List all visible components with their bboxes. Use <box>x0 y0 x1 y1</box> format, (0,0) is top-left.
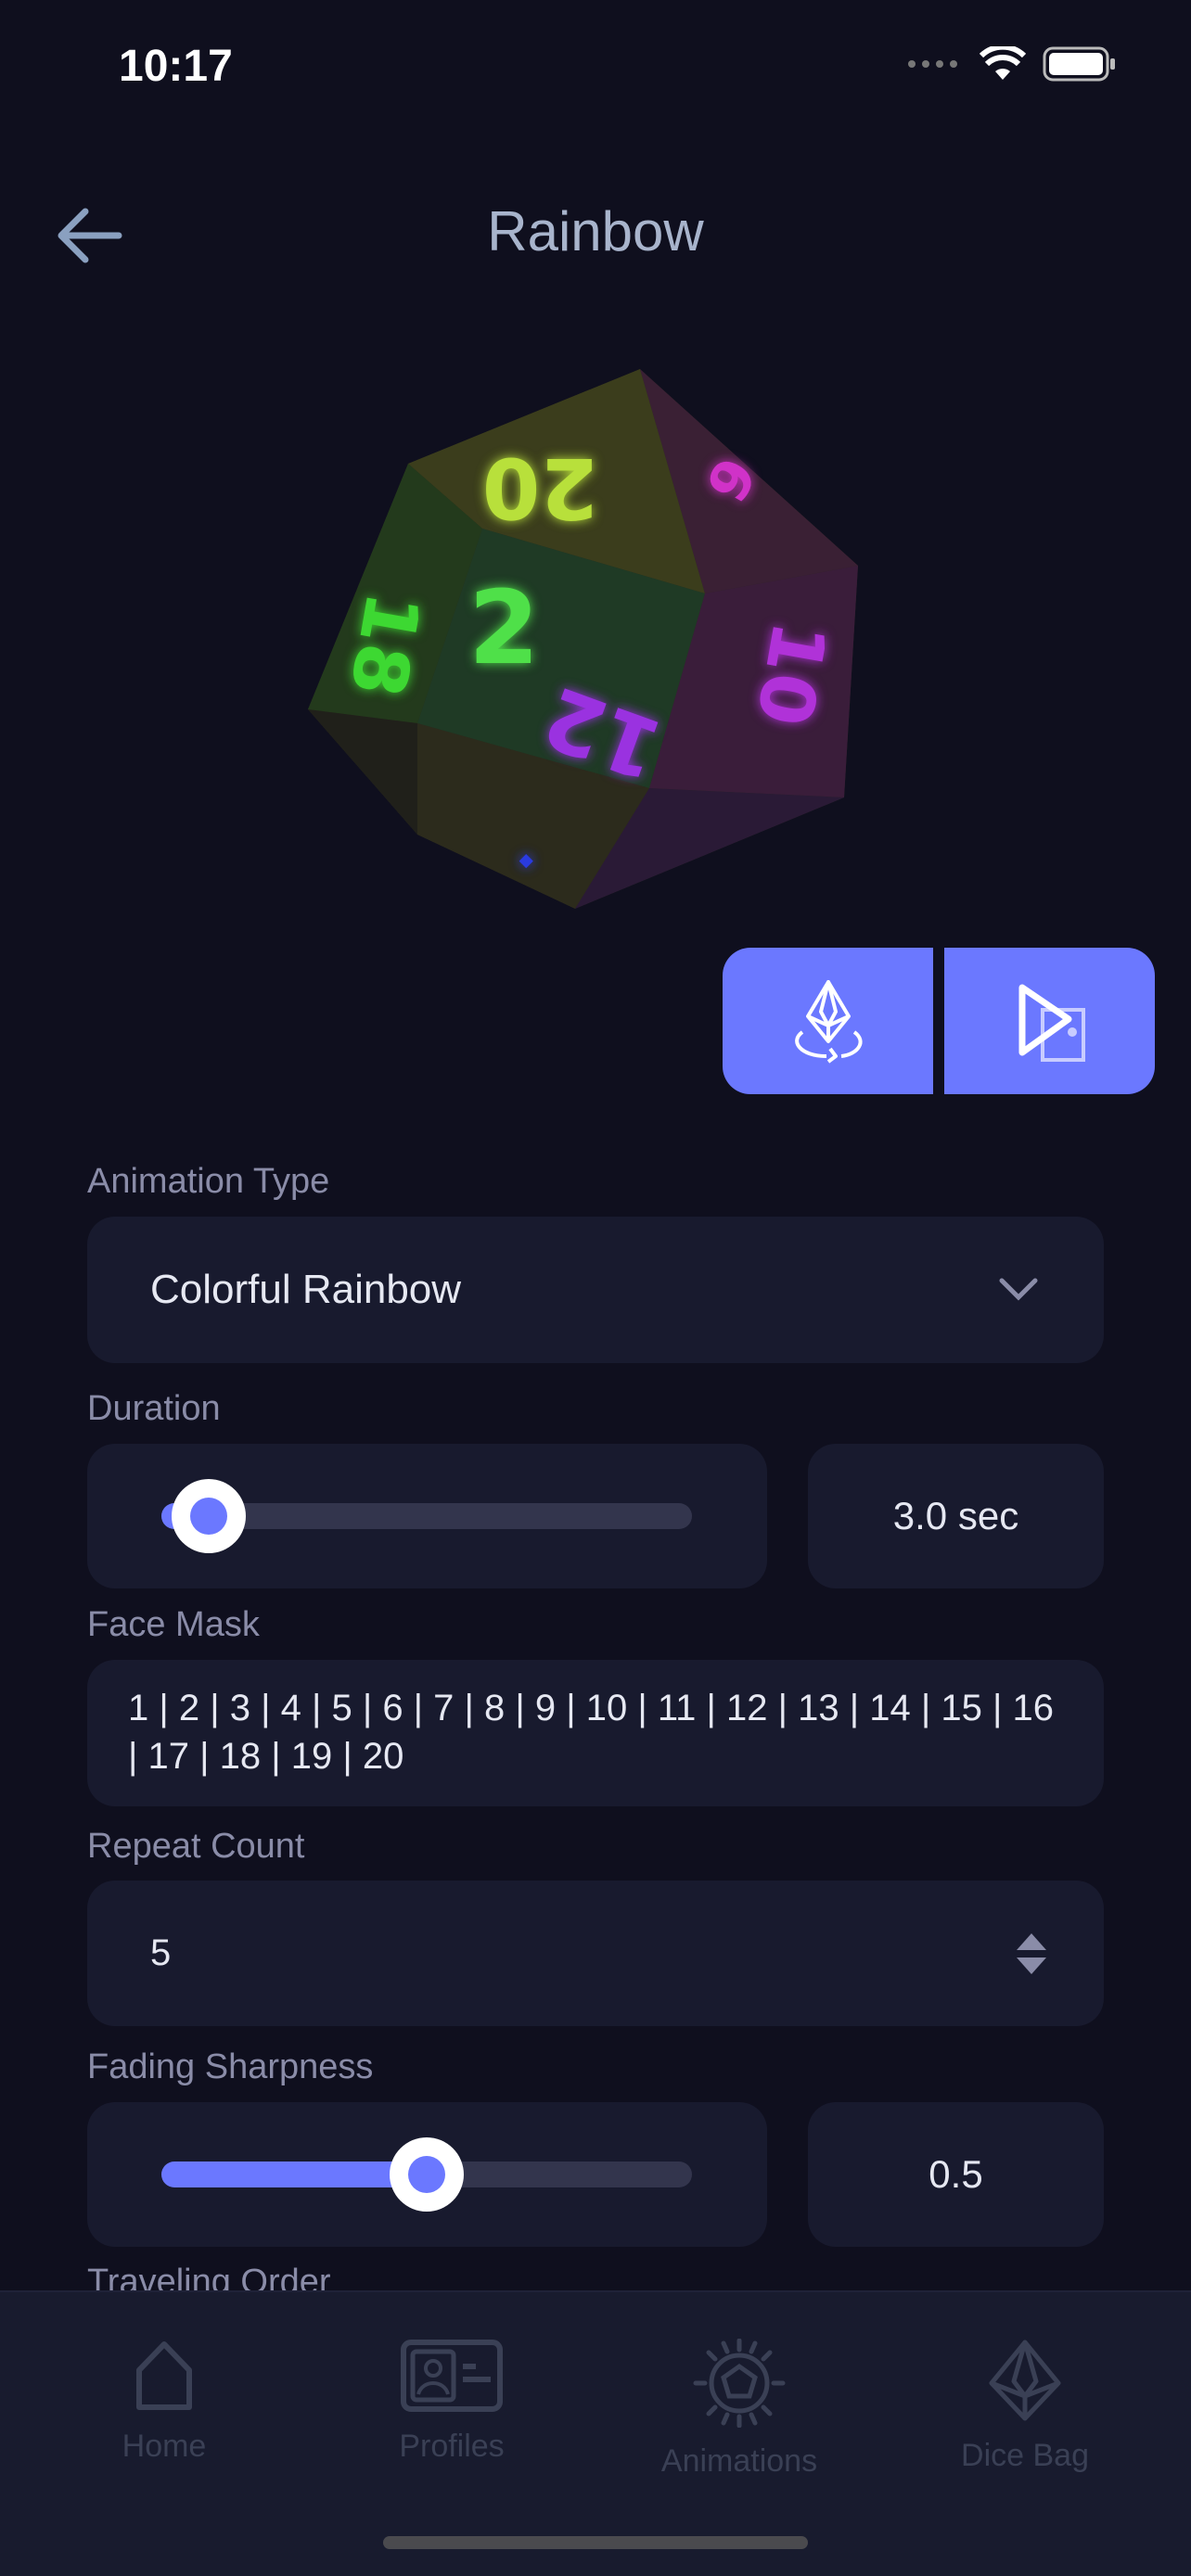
home-icon <box>136 2341 192 2410</box>
duration-slider[interactable] <box>161 1479 692 1553</box>
duration-label: Duration <box>87 1389 221 1428</box>
repeat-count-stepper[interactable]: 5 <box>87 1881 1104 2026</box>
die-preview[interactable]: 20 2 18 6 10 12 ⬩ <box>297 352 872 918</box>
repeat-count-value: 5 <box>150 1932 172 1973</box>
animation-type-label: Animation Type <box>87 1162 330 1201</box>
profile-card-icon <box>401 2340 503 2412</box>
page-title: Rainbow <box>487 200 704 262</box>
face-mask-label: Face Mask <box>87 1605 260 1644</box>
d20-die-image: 20 2 18 6 10 12 ⬩ <box>308 369 858 909</box>
rotate-die-icon <box>794 980 862 1064</box>
svg-text:⬩: ⬩ <box>519 838 533 881</box>
duration-value: 3.0 sec <box>808 1444 1104 1588</box>
fading-sharpness-slider[interactable] <box>161 2137 692 2212</box>
signal-icon <box>908 60 957 68</box>
tab-bar: Home Profiles Animations Dice Bag <box>0 2290 1191 2576</box>
tab-dice-bag[interactable]: Dice Bag <box>914 2339 1136 2474</box>
animation-type-select[interactable]: Colorful Rainbow <box>87 1217 1104 1363</box>
svg-text:18: 18 <box>333 586 436 703</box>
status-icons <box>907 46 1117 82</box>
dice-bag-icon <box>989 2340 1061 2421</box>
duration-slider-card <box>87 1444 767 1588</box>
face-mask-field[interactable]: 1 | 2 | 3 | 4 | 5 | 6 | 7 | 8 | 9 | 10 |… <box>87 1660 1104 1806</box>
repeat-count-label: Repeat Count <box>87 1827 305 1866</box>
battery-icon <box>1043 46 1115 82</box>
tab-label: Profiles <box>399 2429 505 2464</box>
fading-sharpness-label: Fading Sharpness <box>87 2047 374 2086</box>
svg-text:2: 2 <box>468 568 540 687</box>
stepper-arrows-icon[interactable] <box>1015 1932 1048 1976</box>
tab-home[interactable]: Home <box>53 2339 275 2465</box>
tab-label: Animations <box>660 2443 818 2479</box>
play-on-die-icon <box>1018 984 1085 1062</box>
chevron-down-icon <box>999 1278 1038 1301</box>
tab-animations[interactable]: Animations <box>628 2338 851 2480</box>
svg-text:20: 20 <box>482 439 598 536</box>
fading-sharpness-value: 0.5 <box>808 2102 1104 2247</box>
status-time: 10:17 <box>119 42 233 91</box>
play-on-die-button[interactable] <box>944 948 1155 1094</box>
animations-icon <box>693 2338 786 2429</box>
fading-sharpness-slider-fill <box>161 2162 427 2187</box>
tab-label: Home <box>122 2429 207 2464</box>
fading-sharpness-slider-thumb[interactable] <box>390 2137 464 2212</box>
duration-slider-thumb[interactable] <box>172 1479 247 1553</box>
rotate-die-button[interactable] <box>723 948 933 1094</box>
wifi-icon <box>980 46 1026 80</box>
fading-sharpness-slider-card <box>87 2102 767 2247</box>
tab-label: Dice Bag <box>961 2438 1089 2473</box>
home-indicator[interactable] <box>383 2536 808 2549</box>
tab-profiles[interactable]: Profiles <box>340 2339 563 2465</box>
svg-text:10: 10 <box>739 616 842 733</box>
animation-type-value: Colorful Rainbow <box>150 1267 462 1312</box>
